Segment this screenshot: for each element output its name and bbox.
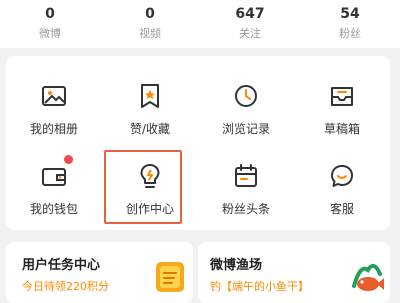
grid-item-drafts[interactable]: 草稿箱	[294, 64, 390, 144]
grid-item-history[interactable]: 浏览记录	[198, 64, 294, 144]
grid-item-wallet[interactable]: 我的钱包	[6, 144, 102, 224]
stat-fans[interactable]: 54 粉丝	[300, 0, 400, 41]
grid-item-favorites-label: 赞/收藏	[129, 122, 171, 136]
stat-videos-label: 视频	[139, 27, 161, 40]
grid-item-history-label: 浏览记录	[221, 122, 270, 136]
calendar-icon	[232, 162, 260, 190]
fish-icon	[346, 256, 386, 296]
grid-item-wallet-label: 我的钱包	[29, 202, 78, 216]
stat-following-count: 647	[235, 6, 265, 22]
fishing-card[interactable]: 微博渔场 钓【端午的小鱼干】	[198, 242, 390, 303]
stat-following-label: 关注	[239, 27, 261, 40]
task-center-title: 用户任务中心	[22, 258, 101, 273]
task-center-card[interactable]: 用户任务中心 今日待领220积分	[6, 242, 193, 303]
stat-fans-count: 54	[340, 6, 360, 22]
fishing-card-subtitle: 钓【端午的小鱼干】	[210, 280, 309, 293]
gold-scroll-icon	[150, 256, 190, 296]
grid-item-album-label: 我的相册	[29, 122, 78, 136]
stat-posts-label: 微博	[39, 27, 61, 40]
chat-smile-icon	[328, 162, 356, 190]
fishing-card-title: 微博渔场	[210, 258, 263, 273]
notification-dot	[64, 155, 73, 164]
stat-videos[interactable]: 0 视频	[100, 0, 200, 41]
drafts-tray-icon	[328, 82, 356, 110]
stat-videos-count: 0	[145, 6, 155, 22]
photo-album-icon	[40, 82, 68, 110]
grid-item-album[interactable]: 我的相册	[6, 64, 102, 144]
stat-fans-label: 粉丝	[339, 27, 361, 40]
profile-stats-bar: 0 微博 0 视频 647 关注 54 粉丝	[0, 0, 400, 48]
grid-item-fan-headlines[interactable]: 粉丝头条	[198, 144, 294, 224]
grid-item-drafts-label: 草稿箱	[323, 122, 360, 136]
grid-item-customer-service-label: 客服	[329, 202, 354, 216]
services-grid-card: 我的相册 赞/收藏 浏览记录 草稿箱 我的钱包 创作中心 粉丝头条 客服	[6, 56, 390, 230]
grid-item-customer-service[interactable]: 客服	[294, 144, 390, 224]
stat-posts-count: 0	[45, 6, 55, 22]
grid-item-favorites[interactable]: 赞/收藏	[102, 64, 198, 144]
favorite-badge-icon	[136, 82, 164, 110]
stat-posts[interactable]: 0 微博	[0, 0, 100, 41]
stat-following[interactable]: 647 关注	[200, 0, 300, 41]
wallet-icon	[40, 162, 68, 190]
creator-center-highlight	[104, 150, 182, 224]
grid-item-fan-headlines-label: 粉丝头条	[221, 202, 270, 216]
task-center-subtitle: 今日待领220积分	[22, 280, 109, 293]
history-clock-icon	[232, 82, 260, 110]
